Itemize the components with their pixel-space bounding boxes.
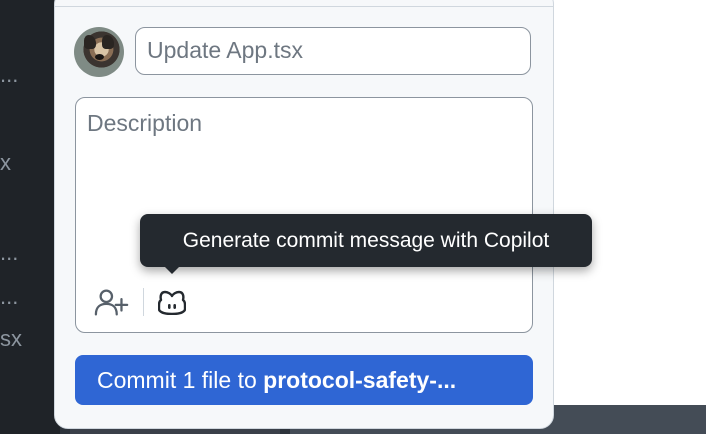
avatar (74, 27, 124, 77)
toolbar-divider (143, 288, 144, 316)
file-fragment: sx (0, 326, 22, 351)
file-fragment: ... (0, 62, 19, 87)
file-fragment: x (0, 150, 11, 175)
panel-divider (55, 6, 553, 7)
background-editor (553, 0, 706, 405)
generate-commit-message-button[interactable] (154, 286, 190, 318)
copilot-tooltip: Generate commit message with Copilot (140, 214, 592, 267)
tooltip-arrow (163, 265, 181, 274)
file-fragment: ... (0, 284, 19, 309)
description-toolbar (76, 272, 532, 332)
commit-branch-name: protocol-safety-... (263, 367, 457, 393)
file-fragment: ... (0, 240, 19, 265)
commit-summary-input[interactable]: Update App.tsx (135, 27, 531, 75)
avatar-ear (102, 35, 114, 49)
avatar-ear (84, 35, 96, 49)
background-file-list: ... x ... ... sx (0, 0, 60, 434)
commit-button-prefix: Commit 1 file to (97, 367, 264, 393)
add-coauthor-button[interactable] (94, 286, 130, 318)
commit-button[interactable]: Commit 1 file to protocol-safety-... (75, 355, 533, 405)
add-coauthor-icon (94, 289, 129, 316)
copilot-icon (158, 290, 186, 315)
description-placeholder: Description (87, 110, 203, 136)
avatar-nose (95, 54, 104, 60)
